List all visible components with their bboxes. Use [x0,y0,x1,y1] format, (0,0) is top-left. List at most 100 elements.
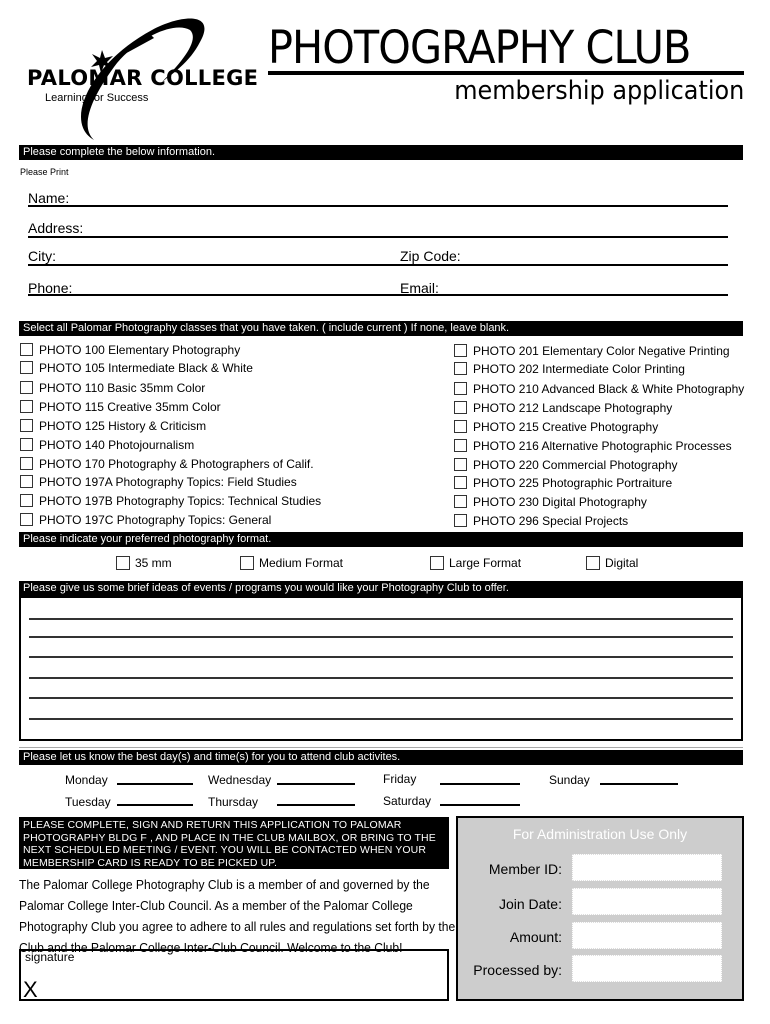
checkbox[interactable] [454,458,467,472]
format-option-large[interactable]: Large Format [430,556,521,570]
page-title: PHOTOGRAPHY CLUB [268,21,691,74]
format-option-digital[interactable]: Digital [586,556,638,570]
class-option[interactable]: PHOTO 110 Basic 35mm Color [20,380,205,395]
signature-x-mark: X [23,977,38,1002]
format-option-medium[interactable]: Medium Format [240,556,343,570]
join-date-label: Join Date: [498,896,562,912]
class-label: PHOTO 105 Intermediate Black & White [39,360,253,375]
amount-label: Amount: [509,929,562,945]
sunday-time-field[interactable] [600,783,678,785]
day-label-thursday: Thursday [208,795,259,809]
name-field[interactable] [28,205,728,207]
class-option[interactable]: PHOTO 230 Digital Photography [454,494,647,509]
writing-line [29,636,733,638]
processed-by-input[interactable] [572,955,722,982]
member-id-label: Member ID: [488,861,562,877]
checkbox[interactable] [20,438,33,452]
ideas-textarea[interactable] [19,596,743,741]
day-label-sunday: Sunday [549,773,590,787]
signature-label: signature [25,950,75,964]
signature-field[interactable]: signature X [19,949,449,1001]
checkbox[interactable] [20,381,33,395]
zip-label: Zip Code: [400,248,461,264]
class-option[interactable]: PHOTO 105 Intermediate Black & White [20,360,253,375]
class-option[interactable]: PHOTO 115 Creative 35mm Color [20,399,221,414]
class-option[interactable]: PHOTO 210 Advanced Black & White Photogr… [454,381,744,396]
class-label: PHOTO 202 Intermediate Color Printing [473,361,685,376]
class-option[interactable]: PHOTO 170 Photography & Photographers of… [20,456,314,471]
class-option[interactable]: PHOTO 140 Photojournalism [20,437,194,452]
member-id-input[interactable] [572,854,722,881]
checkbox[interactable] [454,420,467,434]
logo-tagline: Learning for Success [45,92,149,104]
address-field[interactable] [28,236,728,238]
info-banner: Please complete the below information. [19,145,743,160]
checkbox[interactable] [20,400,33,414]
checkbox[interactable] [20,494,33,508]
admin-panel: For Administration Use Only Member ID: J… [456,816,744,1001]
checkbox[interactable] [430,556,444,570]
class-label: PHOTO 216 Alternative Photographic Proce… [473,438,732,453]
checkbox[interactable] [240,556,254,570]
class-option[interactable]: PHOTO 212 Landscape Photography [454,400,672,415]
amount-input[interactable] [572,922,722,949]
checkbox[interactable] [454,344,467,358]
name-label: Name: [28,190,70,206]
class-option[interactable]: PHOTO 220 Commercial Photography [454,457,678,472]
class-label: PHOTO 296 Special Projects [473,513,629,528]
class-option[interactable]: PHOTO 197C Photography Topics: General [20,512,271,527]
class-option[interactable]: PHOTO 100 Elementary Photography [20,342,240,357]
agreement-text: The Palomar College Photography Club is … [19,877,456,955]
writing-line [29,697,733,699]
checkbox[interactable] [20,457,33,471]
class-label: PHOTO 100 Elementary Photography [39,342,241,357]
class-option[interactable]: PHOTO 202 Intermediate Color Printing [454,361,685,376]
class-option[interactable]: PHOTO 201 Elementary Color Negative Prin… [454,343,730,358]
day-label-wednesday: Wednesday [208,773,272,787]
checkbox[interactable] [454,514,467,528]
checkbox[interactable] [454,495,467,509]
city-label: City: [28,248,56,264]
class-label: PHOTO 230 Digital Photography [473,494,647,509]
checkbox[interactable] [20,513,33,527]
friday-time-field[interactable] [440,783,520,785]
phone-email-field[interactable] [28,294,728,296]
checkbox[interactable] [454,476,467,490]
checkbox[interactable] [20,361,33,375]
class-option[interactable]: PHOTO 296 Special Projects [454,513,628,528]
class-option[interactable]: PHOTO 197B Photography Topics: Technical… [20,493,321,508]
checkbox[interactable] [454,401,467,415]
class-label: PHOTO 110 Basic 35mm Color [39,380,206,395]
checkbox[interactable] [20,343,33,357]
checkbox[interactable] [116,556,130,570]
class-option[interactable]: PHOTO 216 Alternative Photographic Proce… [454,438,732,453]
city-zip-field[interactable] [28,264,728,266]
page-subtitle: membership application [453,76,744,106]
join-date-input[interactable] [572,888,722,915]
class-label: PHOTO 220 Commercial Photography [473,457,678,472]
class-option[interactable]: PHOTO 125 History & Criticism [20,418,206,433]
monday-time-field[interactable] [117,783,193,785]
class-option[interactable]: PHOTO 215 Creative Photography [454,419,658,434]
checkbox[interactable] [454,362,467,376]
day-label-saturday: Saturday [383,794,432,808]
checkbox[interactable] [586,556,600,570]
return-instructions: PLEASE COMPLETE, SIGN AND RETURN THIS AP… [19,817,449,869]
class-label: PHOTO 125 History & Criticism [39,418,207,433]
class-option[interactable]: PHOTO 197A Photography Topics: Field Stu… [20,474,297,489]
saturday-time-field[interactable] [440,804,520,806]
checkbox[interactable] [20,475,33,489]
thursday-time-field[interactable] [277,804,355,806]
tuesday-time-field[interactable] [117,804,193,806]
checkbox[interactable] [20,419,33,433]
format-option-35mm[interactable]: 35 mm [116,556,172,570]
class-label: PHOTO 197C Photography Topics: General [39,512,272,527]
wednesday-time-field[interactable] [277,783,355,785]
class-option[interactable]: PHOTO 225 Photographic Portraiture [454,475,672,490]
checkbox[interactable] [454,439,467,453]
class-label: PHOTO 197B Photography Topics: Technical… [39,493,322,508]
ideas-banner: Please give us some brief ideas of event… [19,581,743,596]
checkbox[interactable] [454,382,467,396]
admin-title: For Administration Use Only [512,826,688,842]
classes-banner: Select all Palomar Photography classes t… [19,321,743,336]
